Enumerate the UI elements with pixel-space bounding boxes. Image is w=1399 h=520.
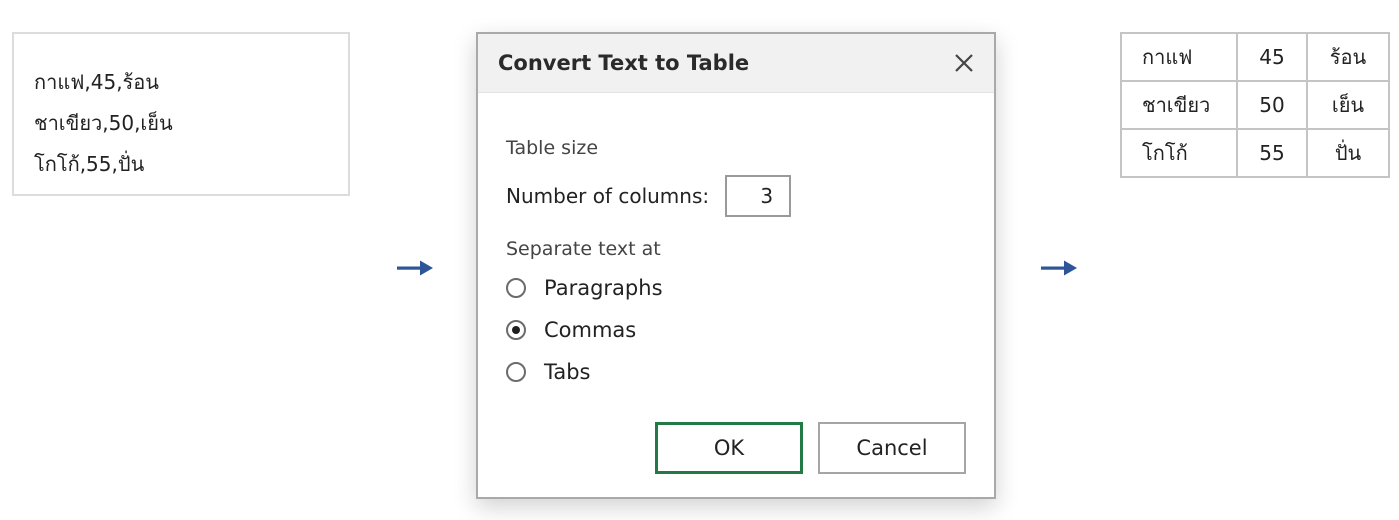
- table-cell: 45: [1236, 32, 1308, 82]
- dialog-titlebar: Convert Text to Table: [478, 34, 994, 93]
- right-arrow-icon: [397, 260, 433, 276]
- table-row: กาแฟ 45 ร้อน: [1120, 32, 1390, 82]
- radio-label: Commas: [544, 318, 637, 342]
- table-cell: เย็น: [1306, 80, 1390, 130]
- number-of-columns-label: Number of columns:: [506, 184, 710, 208]
- table-cell: ร้อน: [1306, 32, 1390, 82]
- radio-label: Tabs: [544, 360, 591, 384]
- table-cell: กาแฟ: [1120, 32, 1238, 82]
- table-cell: 50: [1236, 80, 1308, 130]
- source-line: โกโก้,55,ปั่น: [34, 152, 145, 176]
- separate-text-label: Separate text at: [506, 238, 661, 260]
- convert-text-to-table-dialog: Convert Text to Table Table size Number …: [476, 32, 996, 499]
- radio-label: Paragraphs: [544, 276, 663, 300]
- cancel-button[interactable]: Cancel: [818, 422, 966, 474]
- radio-button[interactable]: [506, 362, 526, 382]
- radio-commas[interactable]: Commas: [506, 318, 636, 342]
- stage: กาแฟ,45,ร้อน ชาเขียว,50,เย็น โกโก้,55,ปั…: [0, 0, 1399, 520]
- ok-button[interactable]: OK: [655, 422, 803, 474]
- dialog-title: Convert Text to Table: [498, 51, 750, 75]
- radio-paragraphs[interactable]: Paragraphs: [506, 276, 663, 300]
- table-row: โกโก้ 55 ปั่น: [1120, 128, 1390, 178]
- number-of-columns-input[interactable]: [725, 175, 792, 217]
- table-row: ชาเขียว 50 เย็น: [1120, 80, 1390, 130]
- table-cell: โกโก้: [1120, 128, 1238, 178]
- radio-tabs[interactable]: Tabs: [506, 360, 591, 384]
- source-line: กาแฟ,45,ร้อน: [34, 70, 159, 94]
- table-cell: 55: [1236, 128, 1308, 178]
- radio-button[interactable]: [506, 278, 526, 298]
- source-line: ชาเขียว,50,เย็น: [34, 111, 173, 135]
- number-of-columns-row: Number of columns:: [506, 175, 792, 217]
- table-cell: ชาเขียว: [1120, 80, 1238, 130]
- table-size-label: Table size: [506, 137, 599, 159]
- table-cell: ปั่น: [1306, 128, 1390, 178]
- radio-button-selected[interactable]: [506, 320, 526, 340]
- close-icon[interactable]: [952, 51, 976, 75]
- source-text-box: กาแฟ,45,ร้อน ชาเขียว,50,เย็น โกโก้,55,ปั…: [12, 32, 350, 196]
- result-table: กาแฟ 45 ร้อน ชาเขียว 50 เย็น โกโก้ 55 ปั…: [1120, 32, 1390, 178]
- right-arrow-icon: [1041, 260, 1077, 276]
